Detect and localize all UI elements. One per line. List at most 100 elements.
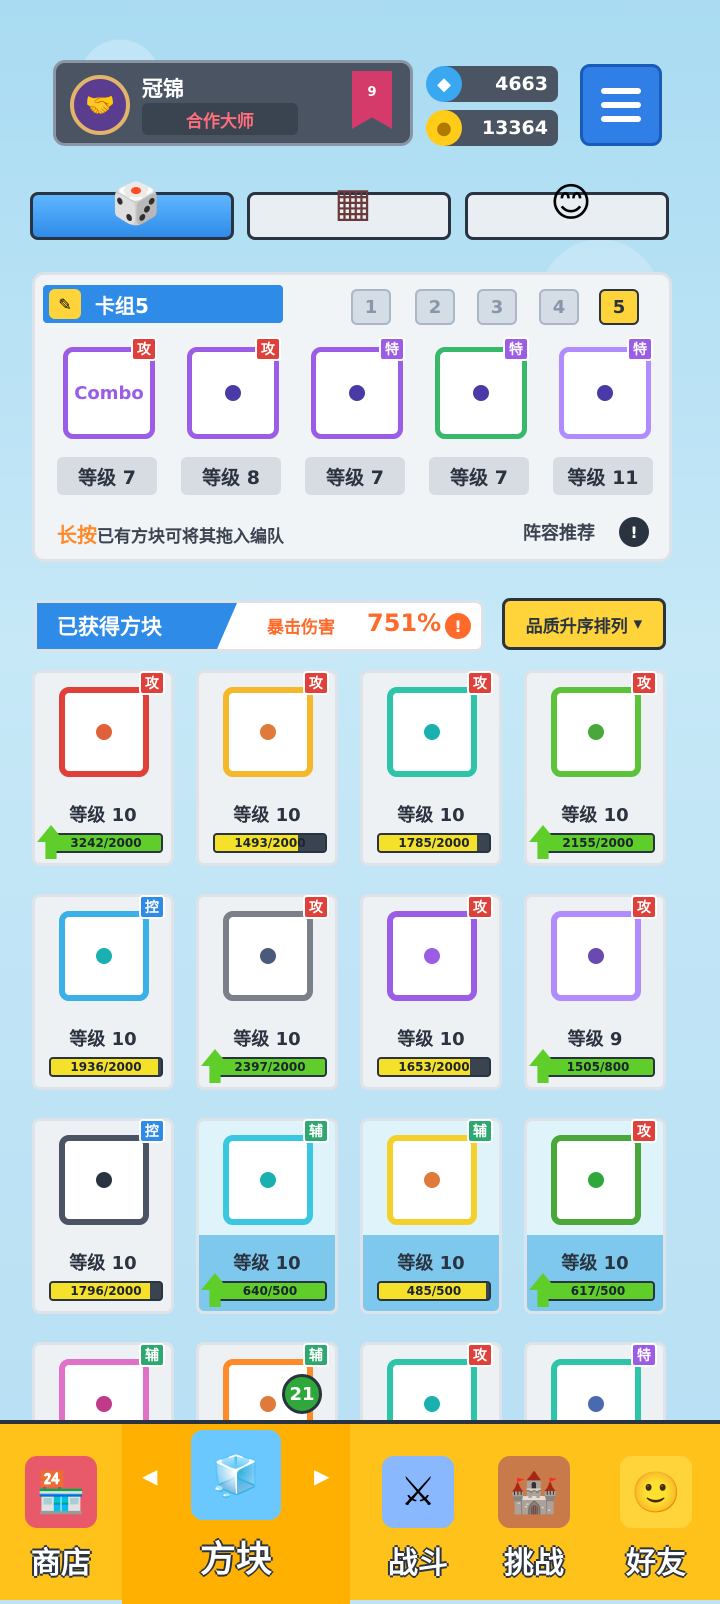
nav-left-arrow[interactable]: ◀ — [142, 1464, 157, 1488]
block-level: 等级 10 — [561, 1253, 629, 1274]
block-level: 等级 10 — [69, 1253, 137, 1274]
upgrade-arrow-icon[interactable] — [201, 1049, 229, 1083]
block-icon — [59, 687, 149, 777]
nav-blocks-label: 方块 — [199, 1539, 272, 1580]
block-progress-bar: 1785/2000 — [377, 833, 491, 853]
deck-slot-level: 等级 11 — [553, 457, 653, 495]
block-progress-text: 485/500 — [406, 1284, 462, 1298]
block-icon — [387, 687, 477, 777]
block-card[interactable]: 攻等级 10 1785/2000 — [360, 670, 502, 866]
block-level: 等级 10 — [69, 805, 137, 826]
avatar: 🤝 — [70, 75, 130, 135]
block-type-badge: 攻 — [467, 671, 493, 695]
menu-button[interactable] — [580, 64, 662, 146]
nav-challenge[interactable]: 🏰 挑战 — [476, 1424, 592, 1604]
crit-info-icon[interactable]: ! — [445, 613, 471, 639]
sort-button[interactable]: 品质升序排列 ▾ — [502, 598, 666, 650]
block-icon — [387, 911, 477, 1001]
block-card[interactable]: 辅等级 10 640/500 — [196, 1118, 338, 1314]
deck-number-2[interactable]: 2 — [415, 289, 455, 325]
block-card[interactable]: 控等级 10 1936/2000 — [32, 894, 174, 1090]
profile-card[interactable]: 🤝 冠锦 合作大师 9 — [53, 60, 413, 146]
block-icon — [223, 1135, 313, 1225]
nav-shop[interactable]: 🏪 商店 — [0, 1424, 122, 1604]
block-progress-bar: 617/500 — [541, 1281, 655, 1301]
block-progress-text: 3242/2000 — [70, 836, 142, 850]
block-level: 等级 10 — [397, 805, 465, 826]
block-type-badge: 攻 — [303, 895, 329, 919]
blocks-icon: 🧊 — [191, 1430, 281, 1520]
nav-right-arrow[interactable]: ▶ — [314, 1464, 329, 1488]
deck-slot-2[interactable]: 攻 — [177, 333, 281, 445]
block-icon — [551, 1135, 641, 1225]
block-card[interactable]: 攻等级 9 1505/800 — [524, 894, 666, 1090]
deck-type-badge: 特 — [627, 337, 653, 361]
deck-slot-1[interactable]: Combo 攻 — [53, 333, 157, 445]
deck-slot-5[interactable]: 特 — [549, 333, 653, 445]
tab-emote[interactable]: 😊 — [465, 180, 669, 240]
deck-panel: 卡组5 ✎ 1 2 3 4 5 Combo 攻等级 7 攻等级 8 特等级 7 特等级 … — [32, 272, 672, 562]
block-icon — [387, 1135, 477, 1225]
deck-slot-level: 等级 8 — [181, 457, 281, 495]
deck-number-4[interactable]: 4 — [539, 289, 579, 325]
upgrade-arrow-icon[interactable] — [529, 1273, 557, 1307]
info-icon[interactable]: ! — [619, 517, 649, 547]
deck-number-3[interactable]: 3 — [477, 289, 517, 325]
crit-label: 暴击伤害 — [267, 618, 335, 638]
block-progress-text: 1785/2000 — [398, 836, 470, 850]
deck-block-dot — [597, 385, 613, 401]
block-icon — [59, 1135, 149, 1225]
nav-battle-label: 战斗 — [388, 1546, 448, 1581]
tab-board[interactable]: ▦ — [247, 180, 451, 240]
block-card[interactable]: 攻等级 10 1653/2000 — [360, 894, 502, 1090]
block-dot — [96, 1396, 112, 1412]
deck-number-5[interactable]: 5 — [599, 289, 639, 325]
block-type-badge: 控 — [139, 1119, 165, 1143]
block-progress-bar: 1796/2000 — [49, 1281, 163, 1301]
block-card[interactable]: 攻等级 10 3242/2000 — [32, 670, 174, 866]
deck-type-badge: 特 — [503, 337, 529, 361]
block-type-badge: 辅 — [139, 1343, 165, 1367]
block-card[interactable]: 攻等级 10 617/500 — [524, 1118, 666, 1314]
dice-icon: 🎲 — [111, 180, 161, 227]
nav-friends-label: 好友 — [626, 1546, 686, 1581]
block-card[interactable]: 攻等级 10 2397/2000 — [196, 894, 338, 1090]
upgrade-arrow-icon[interactable] — [37, 825, 65, 859]
block-icon — [59, 911, 149, 1001]
block-icon — [551, 687, 641, 777]
player-name: 冠锦 — [142, 77, 184, 101]
block-level: 等级 10 — [397, 1253, 465, 1274]
block-card[interactable]: 攻等级 10 1493/2000 — [196, 670, 338, 866]
upgrade-arrow-icon[interactable] — [201, 1273, 229, 1307]
deck-number-1[interactable]: 1 — [351, 289, 391, 325]
menu-icon-line — [601, 102, 641, 108]
menu-icon — [601, 88, 641, 94]
block-progress-bar: 1493/2000 — [213, 833, 327, 853]
deck-slot-4[interactable]: 特 — [425, 333, 529, 445]
owned-header: 已获得方块 暴击伤害 751% ! — [34, 600, 484, 652]
block-progress-text: 2397/2000 — [234, 1060, 306, 1074]
block-card[interactable]: 辅等级 10 485/500 — [360, 1118, 502, 1314]
nav-blocks[interactable]: 🧊 方块 — [122, 1424, 350, 1604]
block-type-badge: 辅 — [303, 1119, 329, 1143]
deck-slot-3[interactable]: 特 — [301, 333, 405, 445]
edit-deck-icon[interactable]: ✎ — [49, 289, 81, 319]
block-level: 等级 10 — [233, 805, 301, 826]
block-card[interactable]: 控等级 10 1796/2000 — [32, 1118, 174, 1314]
block-progress-bar: 2155/2000 — [541, 833, 655, 853]
block-type-badge: 特 — [631, 1343, 657, 1367]
deck-block-text: Combo — [74, 382, 144, 404]
block-card[interactable]: 攻等级 10 2155/2000 — [524, 670, 666, 866]
deck-hint: 长按已有方块可将其拖入编队 — [57, 519, 284, 548]
nav-friends[interactable]: 🙂 好友 — [592, 1424, 720, 1604]
nav-battle[interactable]: ⚔ 战斗 — [360, 1424, 476, 1604]
upgrade-arrow-icon[interactable] — [529, 1049, 557, 1083]
block-dot — [588, 724, 604, 740]
gem-icon: ◆ — [426, 66, 462, 102]
hint-text: 已有方块可将其拖入编队 — [97, 527, 284, 547]
block-type-badge: 攻 — [467, 1343, 493, 1367]
block-type-badge: 控 — [139, 895, 165, 919]
lineup-recommend[interactable]: 阵容推荐 — [523, 519, 595, 545]
upgrade-arrow-icon[interactable] — [529, 825, 557, 859]
tab-dice[interactable]: 🎲 — [30, 181, 234, 240]
